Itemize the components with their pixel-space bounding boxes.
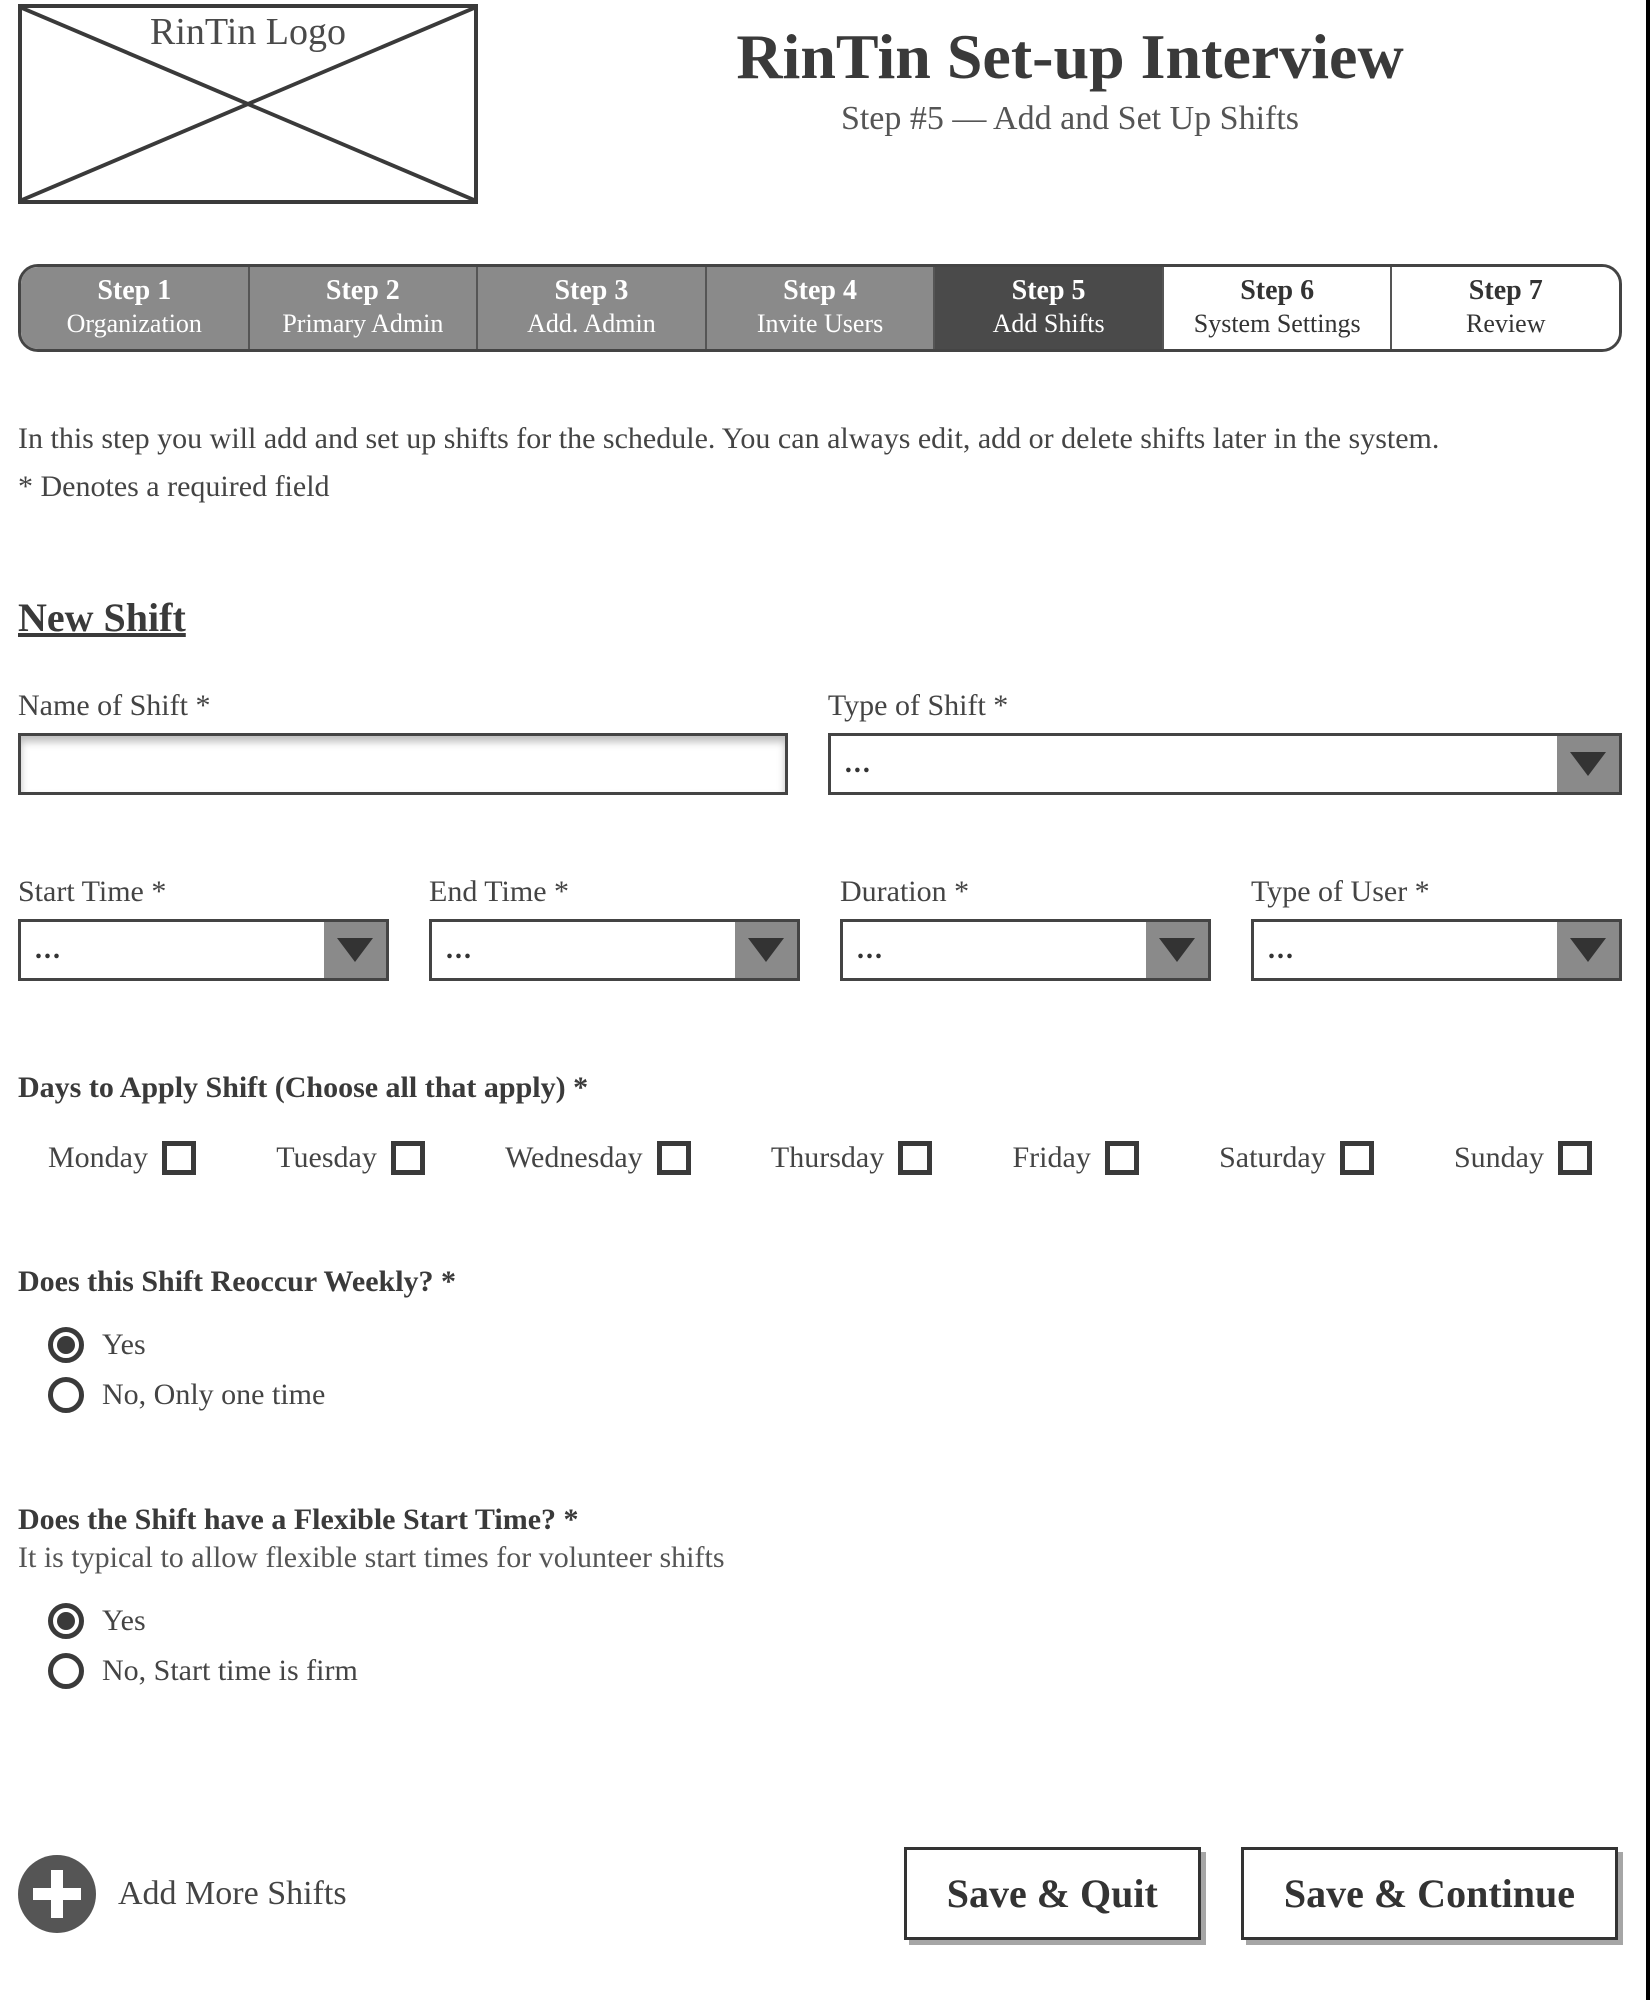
step-sub: Add. Admin xyxy=(482,309,701,339)
radio-icon xyxy=(48,1603,84,1639)
intro-text: In this step you will add and set up shi… xyxy=(18,422,1622,456)
step-title: Step 7 xyxy=(1396,275,1615,307)
page-subtitle: Step #5 — Add and Set Up Shifts xyxy=(518,100,1622,138)
section-title: New Shift xyxy=(18,594,1622,641)
name-of-shift-label: Name of Shift * xyxy=(18,689,788,723)
step-sub: Primary Admin xyxy=(254,309,473,339)
start-time-select[interactable]: ... xyxy=(18,919,389,981)
day-thursday[interactable]: Thursday xyxy=(771,1141,932,1175)
day-wednesday[interactable]: Wednesday xyxy=(505,1141,691,1175)
step-tab-3[interactable]: Step 3Add. Admin xyxy=(478,267,707,349)
day-label: Saturday xyxy=(1219,1141,1326,1175)
step-sub: Organization xyxy=(25,309,244,339)
flexible-yes[interactable]: Yes xyxy=(48,1603,1622,1639)
radio-icon xyxy=(48,1377,84,1413)
step-title: Step 5 xyxy=(939,275,1158,307)
logo-placeholder: RinTin Logo xyxy=(18,4,478,204)
step-title: Step 1 xyxy=(25,275,244,307)
checkbox-icon xyxy=(1558,1141,1592,1175)
checkbox-icon xyxy=(162,1141,196,1175)
days-label: Days to Apply Shift (Choose all that app… xyxy=(18,1071,1622,1105)
day-label: Sunday xyxy=(1454,1141,1544,1175)
day-tuesday[interactable]: Tuesday xyxy=(276,1141,425,1175)
reoccur-no[interactable]: No, Only one time xyxy=(48,1377,1622,1413)
step-tab-6[interactable]: Step 6System Settings xyxy=(1164,267,1393,349)
step-tab-5[interactable]: Step 5Add Shifts xyxy=(935,267,1164,349)
step-title: Step 4 xyxy=(711,275,930,307)
save-continue-button[interactable]: Save & Continue xyxy=(1241,1847,1618,1940)
day-label: Wednesday xyxy=(505,1141,643,1175)
start-time-value: ... xyxy=(21,934,76,966)
page-title: RinTin Set-up Interview xyxy=(518,20,1622,94)
step-sub: System Settings xyxy=(1168,309,1387,339)
end-time-label: End Time * xyxy=(429,875,800,909)
step-tab-7[interactable]: Step 7Review xyxy=(1392,267,1619,349)
dropdown-icon xyxy=(1146,922,1208,978)
checkbox-icon xyxy=(1105,1141,1139,1175)
step-sub: Add Shifts xyxy=(939,309,1158,339)
save-quit-button[interactable]: Save & Quit xyxy=(904,1847,1201,1940)
add-more-shifts-button[interactable]: Add More Shifts xyxy=(18,1855,347,1933)
reoccur-yes-label: Yes xyxy=(102,1328,146,1362)
plus-icon xyxy=(18,1855,96,1933)
checkbox-icon xyxy=(1340,1141,1374,1175)
step-nav: Step 1OrganizationStep 2Primary AdminSte… xyxy=(18,264,1622,352)
checkbox-icon xyxy=(898,1141,932,1175)
reoccur-no-label: No, Only one time xyxy=(102,1378,325,1412)
required-note: * Denotes a required field xyxy=(18,470,1622,504)
day-monday[interactable]: Monday xyxy=(48,1141,196,1175)
flexible-yes-label: Yes xyxy=(102,1604,146,1638)
flexible-no[interactable]: No, Start time is firm xyxy=(48,1653,1622,1689)
step-sub: Review xyxy=(1396,309,1615,339)
dropdown-icon xyxy=(324,922,386,978)
type-of-user-select[interactable]: ... xyxy=(1251,919,1622,981)
step-tab-2[interactable]: Step 2Primary Admin xyxy=(250,267,479,349)
add-more-label: Add More Shifts xyxy=(118,1875,347,1913)
start-time-label: Start Time * xyxy=(18,875,389,909)
flexible-no-label: No, Start time is firm xyxy=(102,1654,358,1688)
duration-value: ... xyxy=(843,934,898,966)
logo-text: RinTin Logo xyxy=(146,10,350,54)
day-sunday[interactable]: Sunday xyxy=(1454,1141,1592,1175)
reoccur-label: Does this Shift Reoccur Weekly? * xyxy=(18,1265,1622,1299)
type-of-user-label: Type of User * xyxy=(1251,875,1622,909)
day-friday[interactable]: Friday xyxy=(1013,1141,1139,1175)
flexible-label: Does the Shift have a Flexible Start Tim… xyxy=(18,1503,1622,1537)
day-saturday[interactable]: Saturday xyxy=(1219,1141,1374,1175)
step-tab-1[interactable]: Step 1Organization xyxy=(21,267,250,349)
type-of-shift-select[interactable]: ... xyxy=(828,733,1622,795)
type-of-shift-label: Type of Shift * xyxy=(828,689,1622,723)
dropdown-icon xyxy=(735,922,797,978)
end-time-value: ... xyxy=(432,934,487,966)
name-of-shift-input[interactable] xyxy=(18,733,788,795)
checkbox-icon xyxy=(657,1141,691,1175)
checkbox-icon xyxy=(391,1141,425,1175)
reoccur-yes[interactable]: Yes xyxy=(48,1327,1622,1363)
radio-icon xyxy=(48,1653,84,1689)
dropdown-icon xyxy=(1557,922,1619,978)
step-title: Step 6 xyxy=(1168,275,1387,307)
step-sub: Invite Users xyxy=(711,309,930,339)
radio-icon xyxy=(48,1327,84,1363)
type-of-user-value: ... xyxy=(1254,934,1309,966)
type-of-shift-value: ... xyxy=(831,748,886,780)
flexible-sub: It is typical to allow flexible start ti… xyxy=(18,1541,1622,1575)
duration-select[interactable]: ... xyxy=(840,919,1211,981)
end-time-select[interactable]: ... xyxy=(429,919,800,981)
step-title: Step 2 xyxy=(254,275,473,307)
dropdown-icon xyxy=(1557,736,1619,792)
day-label: Thursday xyxy=(771,1141,884,1175)
day-label: Monday xyxy=(48,1141,148,1175)
day-label: Tuesday xyxy=(276,1141,377,1175)
step-tab-4[interactable]: Step 4Invite Users xyxy=(707,267,936,349)
duration-label: Duration * xyxy=(840,875,1211,909)
day-label: Friday xyxy=(1013,1141,1091,1175)
step-title: Step 3 xyxy=(482,275,701,307)
